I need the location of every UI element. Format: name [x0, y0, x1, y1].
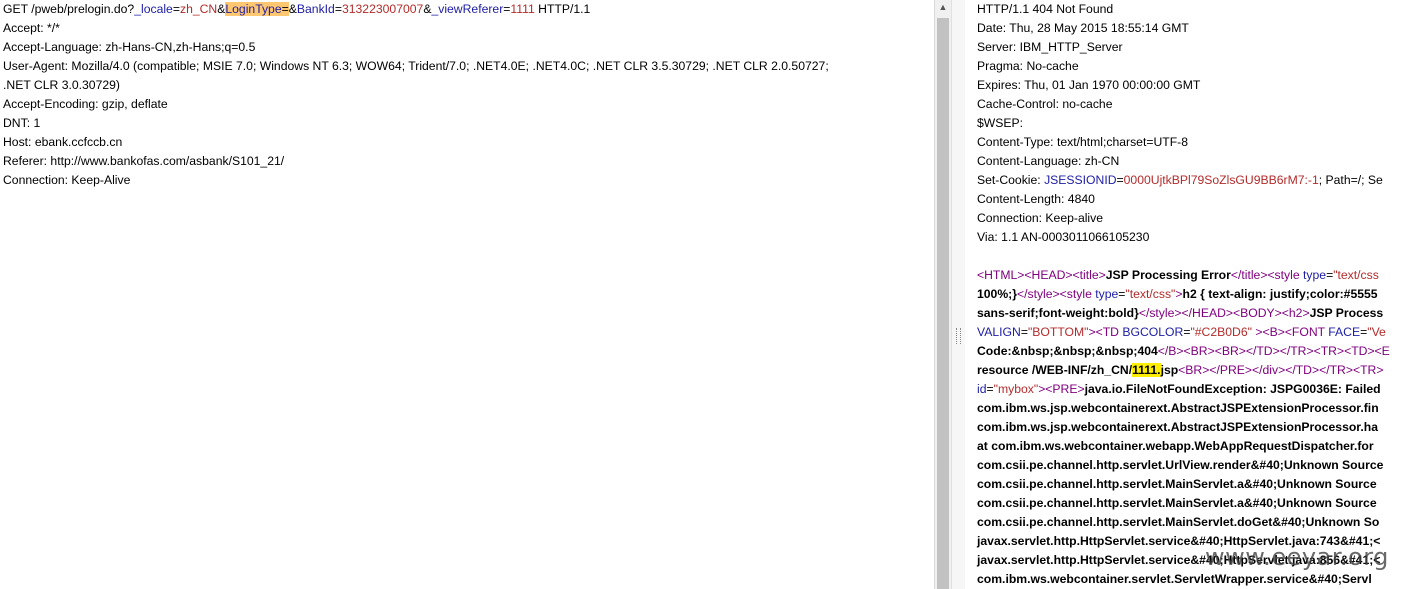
stack-trace-line: com.ibm.ws.jsp.webcontainerext.AbstractJ… [977, 420, 1378, 434]
header-user-agent-cont: .NET CLR 3.0.30729) [3, 78, 120, 92]
body-line-1: <HTML><HEAD><title>JSP Processing Error<… [977, 268, 1379, 282]
header-user-agent: User-Agent: Mozilla/4.0 (compatible; MSI… [3, 59, 829, 73]
resp-header-wsep: $WSEP: [977, 116, 1024, 130]
body-line-7: id="mybox"><PRE>java.io.FileNotFoundExce… [977, 382, 1381, 396]
resp-header-content-language: Content-Language: zh-CN [977, 154, 1120, 168]
scroll-up-arrow-icon[interactable]: ▲ [938, 2, 948, 16]
resp-header-via: Via: 1.1 AN-0003011066105230 [977, 230, 1150, 244]
resp-header-set-cookie: Set-Cookie: JSESSIONID=0000UjtkBPl79SoZl… [977, 173, 1383, 187]
response-status: HTTP/1.1 404 Not Found [977, 2, 1114, 16]
header-accept-language: Accept-Language: zh-Hans-CN,zh-Hans;q=0.… [3, 40, 256, 54]
highlighted-param: LoginType [225, 2, 282, 16]
resp-header-date: Date: Thu, 28 May 2015 18:55:14 GMT [977, 21, 1189, 35]
stack-trace-line: com.ibm.ws.webcontainer.servlet.ServletW… [977, 572, 1372, 586]
body-line-2: 100%;}</style><style type="text/css">h2 … [977, 287, 1378, 301]
resp-header-content-length: Content-Length: 4840 [977, 192, 1095, 206]
body-line-6: resource /WEB-INF/zh_CN/1111.jsp<BR></PR… [977, 363, 1384, 377]
header-host: Host: ebank.ccfccb.cn [3, 135, 123, 149]
stack-trace-line: com.csii.pe.channel.http.servlet.UrlView… [977, 458, 1384, 472]
resp-header-pragma: Pragma: No-cache [977, 59, 1079, 73]
response-pane[interactable]: HTTP/1.1 404 Not Found Date: Thu, 28 May… [976, 0, 1411, 589]
request-pane[interactable]: GET /pweb/prelogin.do?_locale=zh_CN&Logi… [0, 0, 934, 589]
resp-header-expires: Expires: Thu, 01 Jan 1970 00:00:00 GMT [977, 78, 1201, 92]
request-line: GET /pweb/prelogin.do?_locale=zh_CN&Logi… [3, 2, 591, 16]
header-connection: Connection: Keep-Alive [3, 173, 131, 187]
stack-trace-line: com.csii.pe.channel.http.servlet.MainSer… [977, 477, 1377, 491]
resp-header-content-type: Content-Type: text/html;charset=UTF-8 [977, 135, 1188, 149]
header-accept-encoding: Accept-Encoding: gzip, deflate [3, 97, 168, 111]
header-dnt: DNT: 1 [3, 116, 41, 130]
highlighted-filename: 1111. [1132, 363, 1161, 377]
header-referer: Referer: http://www.bankofas.com/asbank/… [3, 154, 285, 168]
body-line-3: sans-serif;font-weight:bold}</style></HE… [977, 306, 1384, 320]
vertical-scrollbar[interactable]: ▲ [934, 0, 951, 589]
watermark: www.eeyar.org [1205, 543, 1389, 571]
stack-trace-line: com.csii.pe.channel.http.servlet.MainSer… [977, 496, 1377, 510]
pane-splitter[interactable] [951, 0, 966, 589]
splitter-grip-icon[interactable] [956, 328, 961, 344]
stack-trace-line: com.ibm.ws.jsp.webcontainerext.AbstractJ… [977, 401, 1379, 415]
body-line-5: Code:&nbsp;&nbsp;&nbsp;404</B><BR><BR></… [977, 344, 1390, 358]
header-accept: Accept: */* [3, 21, 60, 35]
resp-header-connection: Connection: Keep-alive [977, 211, 1104, 225]
scroll-thumb[interactable] [937, 18, 949, 589]
body-line-4: VALIGN="BOTTOM"><TD BGCOLOR="#C2B0D6" ><… [977, 325, 1386, 339]
pane-gap [965, 0, 975, 589]
stack-trace-line: at com.ibm.ws.webcontainer.webapp.WebApp… [977, 439, 1374, 453]
stack-trace-line: com.csii.pe.channel.http.servlet.MainSer… [977, 515, 1380, 529]
resp-header-server: Server: IBM_HTTP_Server [977, 40, 1123, 54]
resp-header-cache-control: Cache-Control: no-cache [977, 97, 1113, 111]
